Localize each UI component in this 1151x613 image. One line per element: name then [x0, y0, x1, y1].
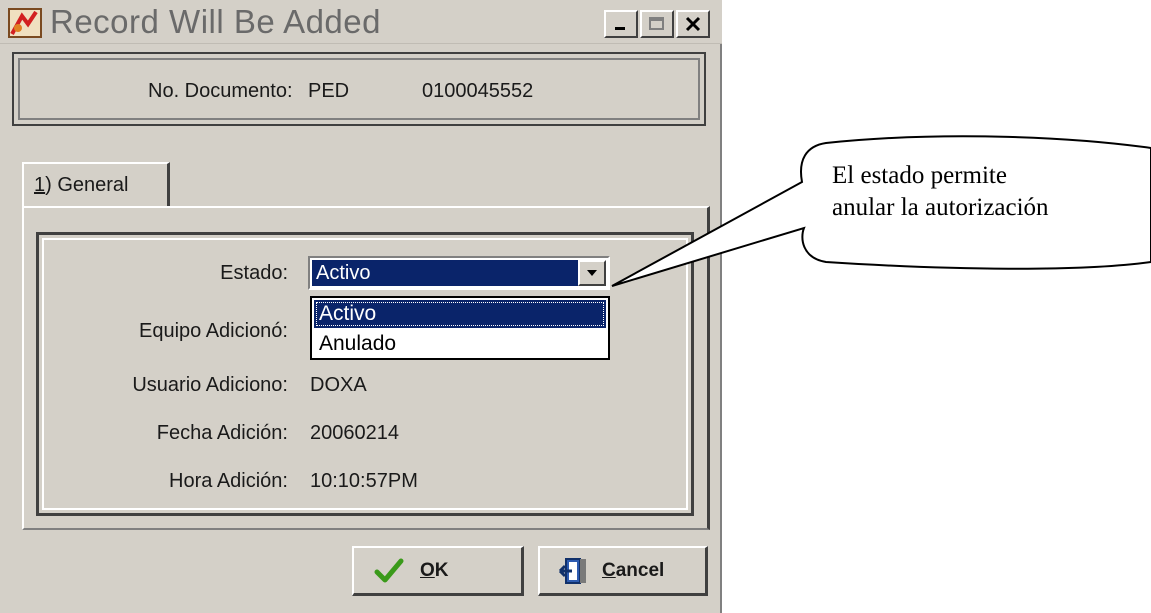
callout-text: El estado permite anular la autorización — [832, 160, 1132, 224]
exit-door-icon — [558, 558, 586, 584]
fecha-value: 20060214 — [310, 422, 399, 444]
tab-general-label: 1) General — [34, 174, 129, 196]
close-icon — [685, 16, 701, 32]
maximize-icon — [649, 17, 664, 30]
equipo-label: Equipo Adicionó: — [138, 320, 288, 342]
ok-button-label: OK — [420, 560, 449, 581]
cancel-button-label: Cancel — [602, 560, 665, 581]
callout-line-1: El estado permite — [832, 162, 1007, 189]
estado-label: Estado: — [220, 262, 288, 284]
document-prefix: PED — [308, 80, 350, 102]
minimize-button[interactable] — [604, 10, 638, 38]
document-number: 0100045552 — [422, 80, 534, 102]
cancel-button[interactable]: Cancel — [538, 546, 708, 596]
estado-combobox[interactable]: Activo — [308, 256, 610, 290]
minimize-icon — [615, 27, 625, 30]
dropdown-option-anulado[interactable]: Anulado — [314, 330, 606, 358]
ok-button[interactable]: OK — [352, 546, 524, 596]
hora-value: 10:10:57PM — [310, 470, 418, 492]
close-button[interactable] — [676, 10, 710, 38]
estado-selected-value: Activo — [312, 260, 578, 286]
callout-line-2: anular la autorización — [832, 194, 1049, 221]
maximize-button[interactable] — [640, 10, 674, 38]
chevron-down-icon — [587, 270, 597, 276]
tab-general[interactable]: 1) General — [22, 162, 170, 206]
document-number-label: No. Documento: — [148, 80, 293, 102]
title-bar[interactable]: Record Will Be Added — [0, 0, 722, 44]
hora-label: Hora Adición: — [169, 470, 288, 492]
usuario-label: Usuario Adiciono: — [132, 374, 288, 396]
window-title: Record Will Be Added — [50, 3, 381, 40]
checkmark-icon — [374, 558, 404, 583]
dialog-window: Record Will Be Added No. Documento: PED … — [0, 0, 722, 613]
fecha-label: Fecha Adición: — [156, 422, 288, 444]
dropdown-option-activo[interactable]: Activo — [314, 300, 606, 328]
app-icon — [8, 8, 42, 38]
estado-dropdown-button[interactable] — [578, 260, 606, 286]
usuario-value: DOXA — [310, 374, 367, 396]
estado-dropdown-list: Activo Anulado — [310, 296, 610, 360]
document-header: No. Documento: PED 0100045552 — [12, 52, 706, 126]
